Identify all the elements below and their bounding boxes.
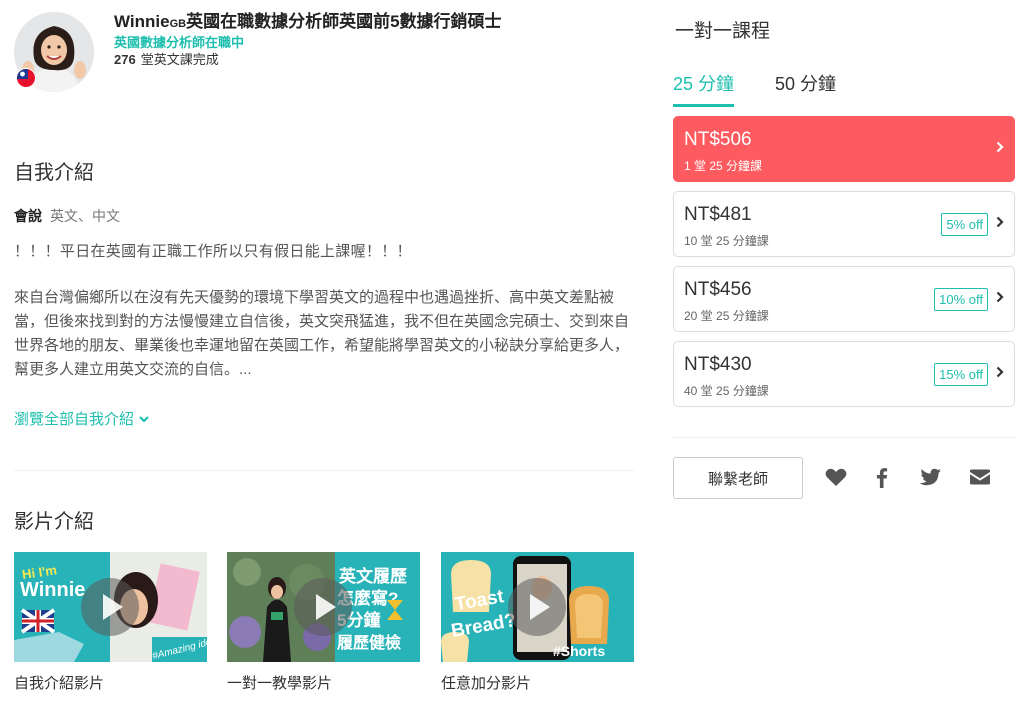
video-thumbnail-teaching[interactable]: 英文履歷 怎麼寫? 5分鐘 履歷健檢 xyxy=(227,552,420,662)
discount-badge: 5% off xyxy=(941,213,988,236)
speaks-value: 英文、中文 xyxy=(50,208,120,224)
show-full-intro-link[interactable]: 瀏覽全部自我介紹 xyxy=(14,408,150,429)
video-caption: 一對一教學影片 xyxy=(227,675,333,692)
divider xyxy=(673,437,1015,438)
play-icon xyxy=(294,578,352,636)
pricing-title: 一對一課程 xyxy=(675,21,771,42)
video-caption: 自我介紹影片 xyxy=(14,675,105,692)
teacher-subtitle: 英國數據分析師在職中 xyxy=(114,35,245,50)
chevron-right-icon xyxy=(996,140,1004,157)
thumb-text: #Shorts xyxy=(553,643,605,659)
price-option-40-lessons[interactable]: NT$430 40 堂 25 分鐘課 15% off xyxy=(673,341,1015,407)
price-amount: NT$506 xyxy=(684,129,752,150)
schedule-notice: ！！！平日在英國有正職工作所以只有假日能上課喔！！！ xyxy=(14,243,412,260)
teacher-profile: WinnieGB英國在職數據分析師英國前5數據行銷碩士 英國數據分析師在職中 2… xyxy=(14,12,634,96)
play-icon xyxy=(508,578,566,636)
price-amount: NT$456 xyxy=(684,279,752,300)
video-item-teaching: 英文履歷 怎麼寫? 5分鐘 履歷健檢 一對一教學影片 xyxy=(227,552,420,693)
price-amount: NT$481 xyxy=(684,204,752,225)
price-option-1-lesson[interactable]: NT$506 1 堂 25 分鐘課 xyxy=(673,116,1015,182)
teacher-name-main: Winnie xyxy=(114,12,170,31)
contact-teacher-button[interactable]: 聯繫老師 xyxy=(673,457,803,499)
teacher-name: WinnieGB英國在職數據分析師英國前5數據行銷碩士 xyxy=(114,12,634,34)
duration-tabs: 25 分鐘 50 分鐘 xyxy=(673,70,1015,107)
video-item-intro: Hi I'm Winnie #Amazing idea 自我介紹影片 xyxy=(14,552,207,693)
price-amount: NT$430 xyxy=(684,354,752,375)
intro-heading: 自我介紹 xyxy=(14,162,94,184)
price-description: 40 堂 25 分鐘課 xyxy=(684,384,769,398)
show-full-intro-label: 瀏覽全部自我介紹 xyxy=(14,411,135,428)
play-icon xyxy=(81,578,139,636)
video-thumbnail-bonus[interactable]: Toast Bread? #Shorts xyxy=(441,552,634,662)
divider xyxy=(14,470,634,471)
discount-badge: 10% off xyxy=(934,288,988,311)
thumb-text: 履歷健檢 xyxy=(337,633,401,652)
price-description: 1 堂 25 分鐘課 xyxy=(684,159,763,173)
price-option-20-lessons[interactable]: NT$456 20 堂 25 分鐘課 10% off xyxy=(673,266,1015,332)
price-description: 20 堂 25 分鐘課 xyxy=(684,309,769,323)
lessons-label: 堂英文課完成 xyxy=(140,52,219,67)
twitter-icon[interactable] xyxy=(917,464,943,490)
video-item-bonus: Toast Bread? #Shorts 任意加分影片 xyxy=(441,552,634,693)
lessons-completed: 276 堂英文課完成 xyxy=(114,52,634,68)
chevron-down-icon xyxy=(138,413,150,427)
video-heading: 影片介紹 xyxy=(14,511,94,533)
teacher-name-rest: 英國在職數據分析師英國前5數據行銷碩士 xyxy=(186,12,502,31)
avatar-wrap xyxy=(14,12,94,92)
discount-badge: 15% off xyxy=(934,363,988,386)
speaks-row: 會說 英文、中文 xyxy=(14,206,120,226)
thumb-text: Winnie xyxy=(20,579,85,601)
heart-icon[interactable] xyxy=(823,464,849,490)
thumb-text: 英文履歷 xyxy=(339,566,407,586)
price-option-10-lessons[interactable]: NT$481 10 堂 25 分鐘課 5% off xyxy=(673,191,1015,257)
speaks-label: 會說 xyxy=(14,208,42,224)
chevron-right-icon xyxy=(996,365,1004,382)
tab-50-minutes[interactable]: 50 分鐘 xyxy=(775,70,836,104)
tab-25-minutes[interactable]: 25 分鐘 xyxy=(673,70,735,107)
mail-icon[interactable] xyxy=(967,464,993,490)
teacher-name-gb: GB xyxy=(169,18,187,30)
video-caption: 任意加分影片 xyxy=(441,675,532,692)
facebook-icon[interactable] xyxy=(869,464,895,490)
chevron-right-icon xyxy=(996,290,1004,307)
video-thumbnail-intro[interactable]: Hi I'm Winnie #Amazing idea xyxy=(14,552,207,662)
profile-text: WinnieGB英國在職數據分析師英國前5數據行銷碩士 英國數據分析師在職中 2… xyxy=(114,12,634,68)
video-list: Hi I'm Winnie #Amazing idea 自我介紹影片 英文履歷 … xyxy=(14,552,644,697)
price-description: 10 堂 25 分鐘課 xyxy=(684,234,769,248)
chevron-right-icon xyxy=(996,215,1004,232)
lessons-count: 276 xyxy=(114,52,136,67)
taiwan-flag-icon xyxy=(16,68,36,88)
bio-text: 來自台灣偏鄉所以在沒有先天優勢的環境下學習英文的過程中也遇過挫折、高中英文差點被… xyxy=(14,289,630,378)
